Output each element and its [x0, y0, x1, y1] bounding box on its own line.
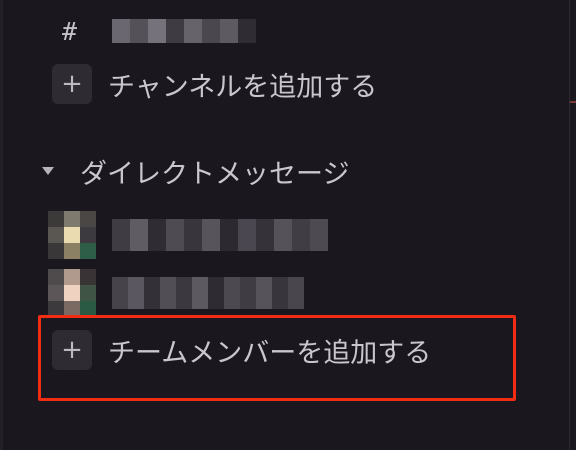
direct-messages-heading: ダイレクトメッセージ	[80, 158, 350, 190]
channel-name-obscured	[112, 19, 256, 43]
dm-item[interactable]	[48, 269, 304, 317]
highlight-annotation	[38, 315, 516, 401]
pane-divider[interactable]	[569, 0, 576, 450]
pane-divider-accent	[570, 101, 576, 103]
dm-item[interactable]	[48, 211, 328, 259]
add-channel-label: チャンネルを追加する	[108, 71, 378, 103]
hash-icon: #	[62, 16, 78, 46]
channel-item[interactable]: #	[62, 12, 256, 50]
add-channel-button[interactable]: + チャンネルを追加する	[52, 64, 377, 104]
dm-name-obscured	[112, 211, 328, 259]
avatar	[48, 269, 96, 317]
direct-messages-section-header[interactable]: ダイレクトメッセージ	[42, 151, 349, 191]
sidebar-edge	[0, 0, 3, 450]
plus-icon: +	[52, 64, 92, 104]
avatar	[48, 211, 96, 259]
dm-name-obscured	[112, 269, 304, 317]
caret-down-icon	[42, 167, 54, 175]
